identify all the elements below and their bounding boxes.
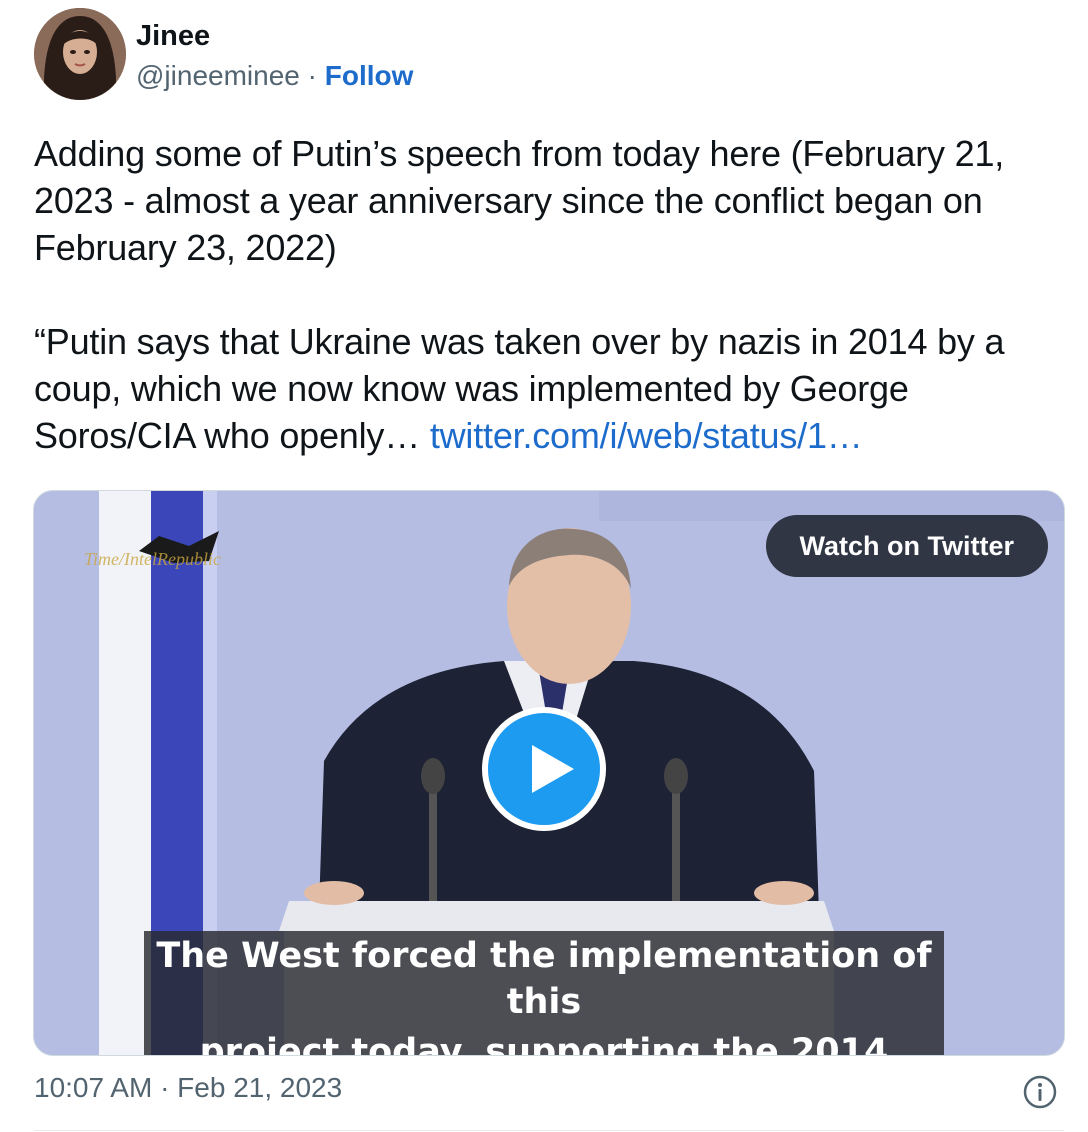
author-handle-line: @jineeminee · Follow <box>136 60 413 92</box>
watch-on-twitter-button[interactable]: Watch on Twitter <box>765 515 1048 577</box>
play-icon <box>532 745 574 793</box>
handle-separator: · <box>299 60 325 91</box>
author-name[interactable]: Jinee <box>136 20 210 53</box>
tweet-link[interactable]: twitter.com/i/web/status/1… <box>430 415 863 456</box>
tweet-paragraph-2: “Putin says that Ukraine was taken over … <box>34 318 1074 459</box>
subtitle-line-1: The West forced the implementation of th… <box>144 931 944 1027</box>
video-subtitle: The West forced the implementation of th… <box>144 931 944 1055</box>
tweet-timestamp[interactable]: 10:07 AM · Feb 21, 2023 <box>34 1072 342 1104</box>
avatar[interactable] <box>34 8 126 100</box>
divider <box>34 1130 1064 1131</box>
play-button[interactable] <box>482 707 606 831</box>
video-watermark: Time/IntelRepublic <box>84 549 221 569</box>
info-circle-icon[interactable] <box>1022 1074 1058 1110</box>
subtitle-line-2: project today, supporting the 2014 coup. <box>144 1027 944 1055</box>
video-player[interactable]: Time/IntelRepublic Watch on Twitter The … <box>33 490 1065 1056</box>
follow-button[interactable]: Follow <box>325 60 414 91</box>
tweet-paragraph-1: Adding some of Putin’s speech from today… <box>34 133 1005 268</box>
author-handle[interactable]: @jineeminee <box>136 60 300 91</box>
tweet-text: Adding some of Putin’s speech from today… <box>34 130 1074 459</box>
